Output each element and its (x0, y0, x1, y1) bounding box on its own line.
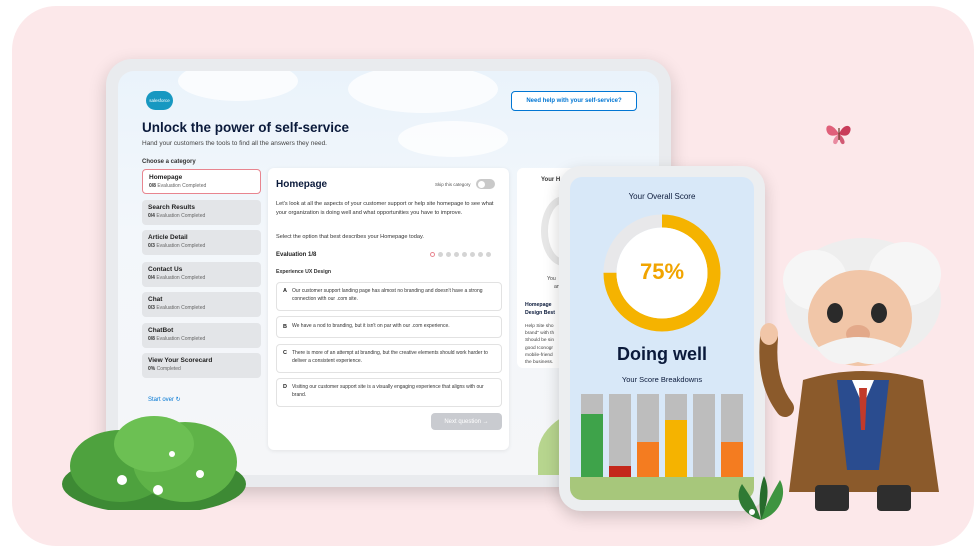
score-preview-body: Help Site sho brand" with th Should be s… (525, 324, 555, 366)
score-breakdown-bar (693, 394, 715, 486)
category-chatbot[interactable]: ChatBot 0/8 Evaluation Completed (142, 323, 261, 348)
salesforce-logo[interactable]: salesforce (146, 91, 173, 110)
score-breakdown-chart (581, 394, 743, 486)
score-breakdown-bar (581, 394, 603, 486)
progress-dot (486, 252, 491, 257)
category-view-scorecard[interactable]: View Your Scorecard 0% Completed (142, 353, 261, 378)
cloud-decoration (398, 121, 508, 157)
answer-option-d[interactable]: D Visiting our customer support site is … (276, 378, 502, 407)
overall-score-title: Your Overall Score (628, 192, 696, 201)
card-description: Let's look at all the aspects of your cu… (276, 201, 494, 216)
progress-dot (438, 252, 443, 257)
category-contact-us[interactable]: Contact Us 0/4 Evaluation Completed (142, 262, 261, 287)
answer-option-a[interactable]: A Our customer support landing page has … (276, 282, 502, 311)
score-preview-heading: Homepage Design Best (525, 302, 555, 316)
leaves-decoration (738, 476, 784, 520)
overall-score-verdict: Doing well (617, 344, 707, 364)
phone-screen: Your Overall Score 75% Doing well Your S… (570, 177, 754, 500)
score-breakdown-bar (665, 394, 687, 486)
skip-category-toggle[interactable] (476, 179, 495, 189)
category-chat[interactable]: Chat 0/3 Evaluation Completed (142, 292, 261, 317)
progress-dot (478, 252, 483, 257)
bush-decoration (62, 416, 246, 510)
category-heading: Choose a category (142, 159, 196, 165)
skip-category-label: Skip this category (435, 182, 471, 187)
next-question-button[interactable]: Next question → (431, 413, 502, 430)
category-search-results[interactable]: Search Results 0/4 Evaluation Completed (142, 200, 261, 225)
butterfly-icon (826, 125, 851, 145)
cloud-decoration (178, 71, 298, 101)
progress-dot (470, 252, 475, 257)
score-breakdown-bar (637, 394, 659, 486)
cloud-decoration (348, 71, 498, 113)
ground-decoration (570, 477, 754, 500)
progress-dot (454, 252, 459, 257)
score-breakdown-bar (609, 394, 631, 486)
score-preview-title: Your H (541, 177, 561, 183)
score-breakdown-bar (721, 394, 743, 486)
start-over-link[interactable]: Start over ↻ (148, 396, 181, 403)
progress-dot (446, 252, 451, 257)
phone-device: Your Overall Score 75% Doing well Your S… (559, 166, 765, 511)
evaluation-progress-dots (430, 252, 491, 257)
score-breakdown-title: Your Score Breakdowns (621, 375, 703, 384)
question-card: Homepage Skip this category Let's look a… (268, 168, 509, 450)
overall-score-percent: 75% (639, 259, 685, 284)
help-button[interactable]: Need help with your self-service? (511, 91, 637, 111)
category-homepage[interactable]: Homepage 0/8 Evaluation Completed (142, 169, 261, 194)
score-preview-text: You (547, 276, 556, 282)
category-article-detail[interactable]: Article Detail 0/3 Evaluation Completed (142, 230, 261, 255)
section-label: Experience UX Design (276, 269, 332, 275)
page-subtitle: Hand your customers the tools to find al… (142, 140, 327, 147)
select-prompt: Select the option that best describes yo… (276, 234, 424, 240)
card-title: Homepage (276, 179, 328, 190)
progress-dot (462, 252, 467, 257)
evaluation-progress-label: Evaluation 1/8 (276, 252, 317, 258)
answer-option-b[interactable]: B We have a nod to branding, but it isn'… (276, 316, 502, 338)
score-breakdown-bar-fill (581, 414, 603, 486)
progress-dot (430, 252, 435, 257)
page-title: Unlock the power of self-service (142, 120, 350, 135)
answer-option-c[interactable]: C There is more of an attempt at brandin… (276, 344, 502, 373)
